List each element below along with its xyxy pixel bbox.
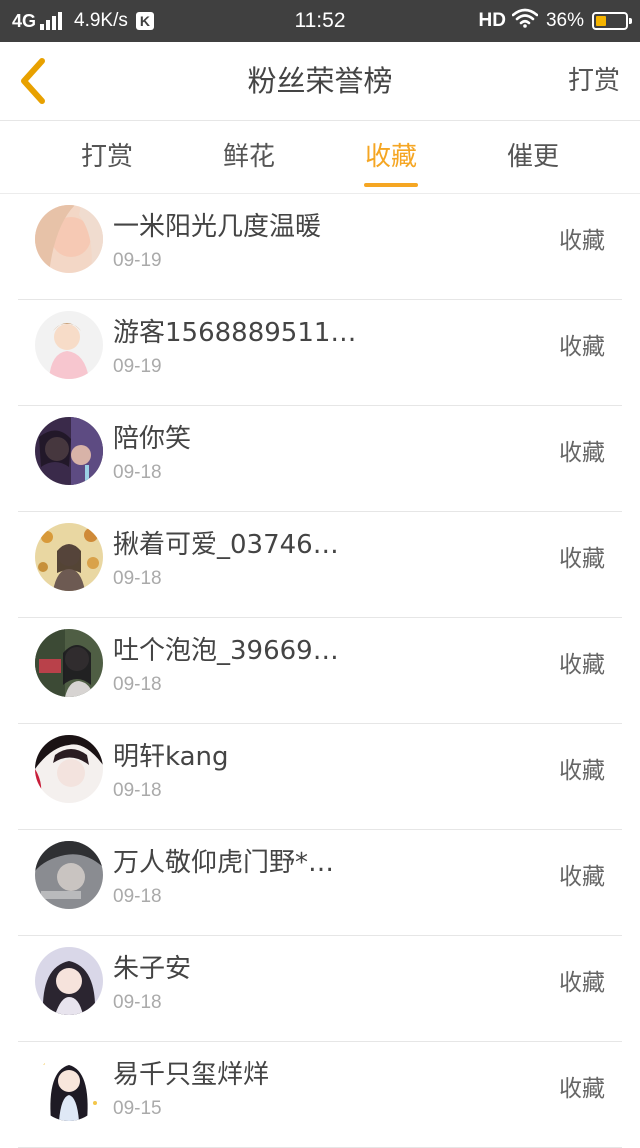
status-bar: 4G 4.9K/s K 11:52 HD 36% (0, 0, 640, 42)
fan-action-type: 收藏 (559, 440, 605, 466)
fan-name: 易千只玺烊烊 (113, 1060, 270, 1090)
tab-reward[interactable]: 打赏 (47, 121, 167, 193)
fan-row[interactable]: 一米阳光几度温暖 09-19 收藏 (18, 194, 622, 300)
fan-action-type: 收藏 (559, 970, 605, 996)
fan-date: 09-18 (113, 674, 162, 695)
fan-action-type: 收藏 (559, 864, 605, 890)
fan-row[interactable]: 万人敬仰虎门野*… 09-18 收藏 (18, 830, 622, 936)
fan-date: 09-19 (113, 250, 162, 271)
fan-action-type: 收藏 (559, 758, 605, 784)
tab-label: 收藏 (364, 142, 417, 172)
avatar (35, 1053, 103, 1121)
fan-action-type: 收藏 (559, 1076, 605, 1102)
fan-date: 09-18 (113, 462, 162, 483)
tab-favorites[interactable]: 收藏 (331, 121, 451, 193)
fan-name: 陪你笑 (113, 424, 192, 454)
fan-date: 09-18 (113, 780, 162, 801)
hd-indicator: HD (478, 10, 506, 31)
fan-row[interactable]: 揪着可爱_03746… 09-18 收藏 (18, 512, 622, 618)
fan-date: 09-18 (113, 992, 162, 1013)
fan-row[interactable]: 明轩kang 09-18 收藏 (18, 724, 622, 830)
tab-label: 打赏 (80, 142, 133, 172)
header-bar: 粉丝荣誉榜 打赏 (0, 42, 640, 121)
fan-action-type: 收藏 (559, 546, 605, 572)
avatar (35, 735, 103, 803)
fan-name: 游客1568889511… (113, 318, 357, 348)
page-title: 粉丝荣誉榜 (247, 64, 393, 98)
avatar (35, 205, 103, 273)
fan-name: 揪着可爱_03746… (113, 530, 339, 560)
status-right: HD 36% (478, 8, 632, 34)
avatar (35, 311, 103, 379)
battery-percent: 36% (545, 10, 584, 31)
fan-date: 09-18 (113, 568, 162, 589)
avatar (35, 417, 103, 485)
tab-label: 催更 (506, 142, 559, 172)
fan-row[interactable]: 易千只玺烊烊 09-15 收藏 (18, 1042, 622, 1148)
fan-name: 吐个泡泡_39669… (113, 636, 339, 666)
avatar (35, 841, 103, 909)
fan-name: 一米阳光几度温暖 (113, 212, 322, 242)
fan-row[interactable]: 朱子安 09-18 收藏 (18, 936, 622, 1042)
fan-date: 09-15 (113, 1098, 162, 1119)
fan-name: 朱子安 (113, 954, 192, 984)
tab-label: 鲜花 (222, 142, 275, 172)
fan-action-type: 收藏 (559, 334, 605, 360)
fan-name: 明轩kang (113, 742, 229, 772)
fan-row[interactable]: 游客1568889511… 09-19 收藏 (18, 300, 622, 406)
fan-name: 万人敬仰虎门野*… (113, 848, 335, 878)
fan-row[interactable]: 陪你笑 09-18 收藏 (18, 406, 622, 512)
tab-active-indicator (364, 183, 418, 187)
fan-date: 09-18 (113, 886, 162, 907)
fan-action-type: 收藏 (559, 228, 605, 254)
fan-action-type: 收藏 (559, 652, 605, 678)
tab-flowers[interactable]: 鲜花 (189, 121, 309, 193)
tab-urge-update[interactable]: 催更 (473, 121, 593, 193)
avatar (35, 523, 103, 591)
wifi-icon (511, 8, 539, 34)
tab-bar: 打赏 鲜花 收藏 催更 (0, 121, 640, 194)
fan-list: 一米阳光几度温暖 09-19 收藏 游客1568889511… 09-19 收藏 (0, 194, 640, 1148)
fan-date: 09-19 (113, 356, 162, 377)
avatar (35, 629, 103, 697)
battery-icon (592, 12, 632, 30)
reward-button[interactable]: 打赏 (568, 42, 620, 120)
avatar (35, 947, 103, 1015)
fan-row[interactable]: 吐个泡泡_39669… 09-18 收藏 (18, 618, 622, 724)
